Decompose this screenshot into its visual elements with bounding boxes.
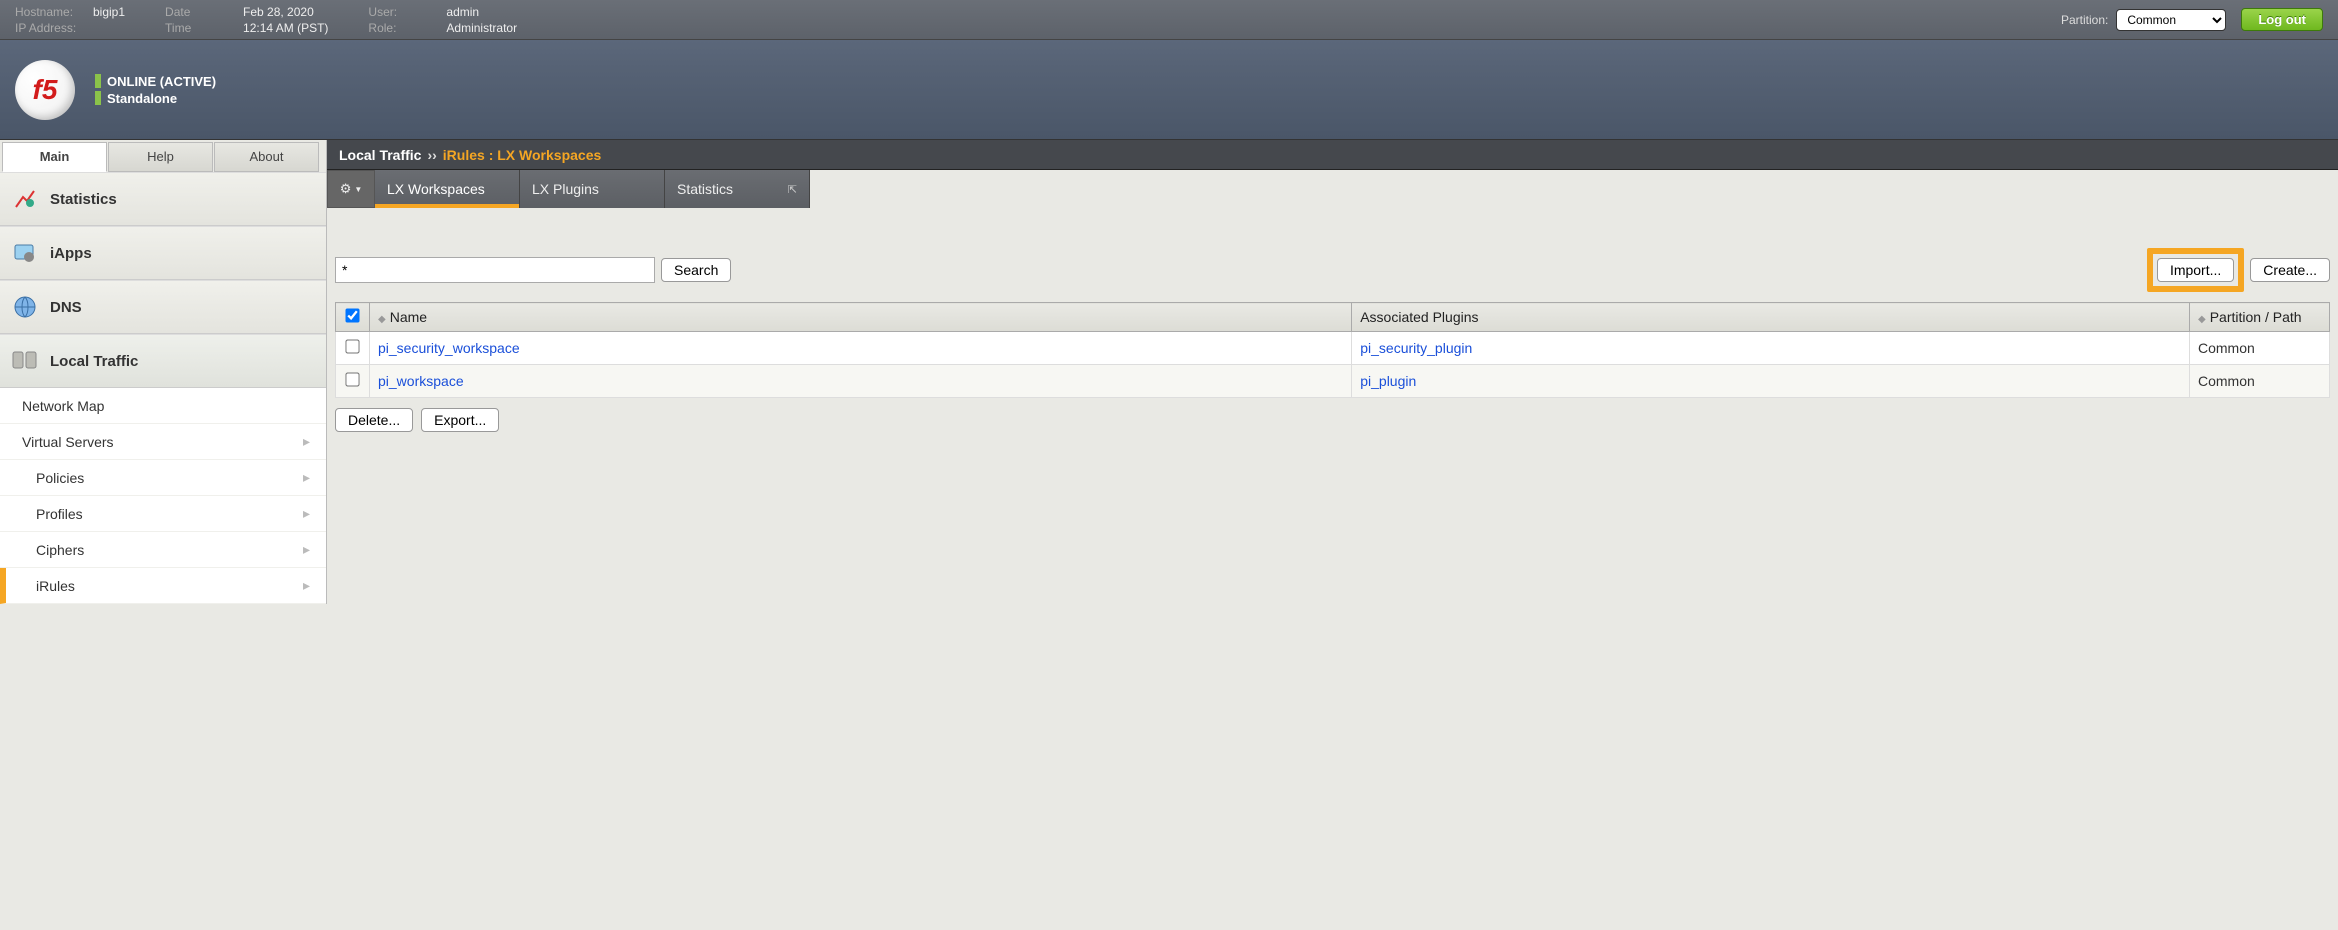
nav-dns[interactable]: DNS [0,280,326,334]
row-checkbox[interactable] [345,372,359,386]
time-label: Time [165,20,235,36]
gear-icon: ⚙ [340,181,352,197]
chevron-right-icon: ▸ [303,577,310,594]
workspace-link[interactable]: pi_workspace [378,373,464,389]
sort-icon: ◆ [2198,314,2206,325]
date-label: Date [165,4,235,20]
status-indicator-icon [95,74,101,88]
subnav-local-traffic: Network Map Virtual Servers▸ Policies▸ P… [0,388,326,604]
sidebar: Main Help About Statistics iApps DNS [0,140,327,604]
partition-select[interactable]: Common [2116,9,2226,31]
workspace-table: ◆Name Associated Plugins ◆Partition / Pa… [335,302,2330,398]
partition-label: Partition: [2061,13,2108,27]
crumb-root: Local Traffic [339,147,421,163]
nav-statistics[interactable]: Statistics [0,172,326,226]
user-label: User: [368,4,438,20]
window-gear-icon [12,240,38,266]
chevron-right-icon: ▸ [303,541,310,558]
chevron-right-icon: ▸ [303,433,310,450]
subnav-policies[interactable]: Policies▸ [0,460,326,496]
hostname-value: bigip1 [93,4,125,20]
create-button[interactable]: Create... [2250,258,2330,282]
row-checkbox[interactable] [345,339,359,353]
user-value: admin [446,4,479,20]
subtab-lx-plugins[interactable]: LX Plugins [520,170,665,208]
logout-button[interactable]: Log out [2241,8,2323,31]
search-input[interactable] [335,257,655,283]
topbar: Hostname: bigip1 IP Address: Date Feb 28, … [0,0,2338,40]
chevron-right-icon: ▸ [303,469,310,486]
select-all-checkbox[interactable] [345,308,359,322]
search-button[interactable]: Search [661,258,731,282]
popout-icon: ⇱ [788,183,797,196]
f5-logo: f5 [15,60,75,120]
chevron-down-icon: ▼ [354,185,362,194]
import-highlight: Import... [2147,248,2244,292]
status-standalone: Standalone [107,91,177,106]
import-button[interactable]: Import... [2157,258,2234,282]
crumb-sep: ›› [427,147,436,163]
sort-icon: ◆ [378,314,386,325]
servers-icon [12,348,38,374]
time-value: 12:14 AM (PST) [243,20,328,36]
navtab-help[interactable]: Help [108,142,213,172]
hostname-label: Hostname: [15,4,85,20]
partition-cell: Common [2190,332,2330,365]
plugin-link[interactable]: pi_security_plugin [1360,340,1472,356]
nav-iapps[interactable]: iApps [0,226,326,280]
col-partition[interactable]: ◆Partition / Path [2190,303,2330,332]
chevron-right-icon: ▸ [303,505,310,522]
delete-button[interactable]: Delete... [335,408,413,432]
gear-menu-button[interactable]: ⚙ ▼ [327,170,375,208]
status-indicator-icon [95,91,101,105]
table-row: pi_workspace pi_plugin Common [336,365,2330,398]
subtab-row: ⚙ ▼ LX Workspaces LX Plugins Statistics … [327,170,2338,208]
subnav-ciphers[interactable]: Ciphers▸ [0,532,326,568]
status-online: ONLINE (ACTIVE) [107,74,216,89]
date-value: Feb 28, 2020 [243,4,314,20]
header: f5 ONLINE (ACTIVE) Standalone [0,40,2338,140]
breadcrumb: Local Traffic ›› iRules : LX Workspaces [327,140,2338,170]
chart-icon [12,186,38,212]
workspace-link[interactable]: pi_security_workspace [378,340,520,356]
role-label: Role: [368,20,438,36]
partition-cell: Common [2190,365,2330,398]
subnav-profiles[interactable]: Profiles▸ [0,496,326,532]
ip-label: IP Address: [15,20,85,36]
subtab-lx-workspaces[interactable]: LX Workspaces [375,170,520,208]
navtab-main[interactable]: Main [2,142,107,172]
subnav-network-map[interactable]: Network Map [0,388,326,424]
main-panel: Local Traffic ›› iRules : LX Workspaces … [327,140,2338,604]
plugin-link[interactable]: pi_plugin [1360,373,1416,389]
navtab-about[interactable]: About [214,142,319,172]
col-plugins[interactable]: Associated Plugins [1352,303,2190,332]
table-row: pi_security_workspace pi_security_plugin… [336,332,2330,365]
role-value: Administrator [446,20,517,36]
subtab-statistics[interactable]: Statistics ⇱ [665,170,810,208]
col-name[interactable]: ◆Name [370,303,1352,332]
subnav-irules[interactable]: iRules▸ [0,568,326,604]
subnav-virtual-servers[interactable]: Virtual Servers▸ [0,424,326,460]
globe-icon [12,294,38,320]
export-button[interactable]: Export... [421,408,499,432]
nav-local-traffic[interactable]: Local Traffic [0,334,326,388]
crumb-leaf: iRules : LX Workspaces [443,147,601,163]
